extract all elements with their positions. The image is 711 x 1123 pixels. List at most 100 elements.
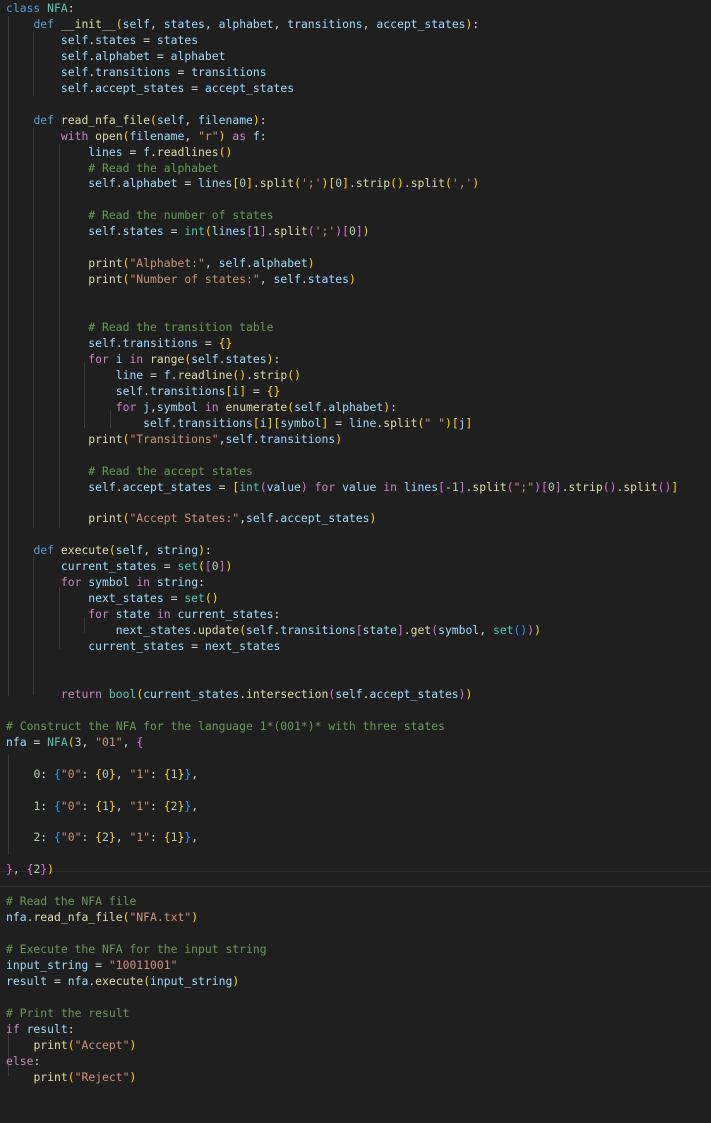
code-line[interactable]: next_states.update(self.transitions[stat… bbox=[6, 622, 541, 638]
code-token: state bbox=[115, 607, 151, 622]
code-token: = bbox=[136, 32, 157, 47]
code-token: transitions bbox=[287, 16, 363, 31]
code-line[interactable]: nfa = NFA(3, "01", { bbox=[6, 734, 143, 750]
code-token: {} bbox=[266, 383, 281, 398]
code-token: () bbox=[513, 623, 528, 638]
code-line[interactable]: # Construct the NFA for the language 1*(… bbox=[6, 718, 445, 734]
code-token: = bbox=[88, 958, 109, 972]
code-line[interactable]: nfa.read_nfa_file("NFA.txt") bbox=[6, 909, 198, 925]
code-token: : bbox=[204, 543, 212, 558]
code-line[interactable]: for state in current_states: bbox=[6, 606, 280, 622]
code-token: states bbox=[122, 224, 164, 239]
code-token: return bbox=[60, 686, 109, 701]
code-line[interactable]: self.accept_states = accept_states bbox=[6, 80, 294, 96]
code-line[interactable]: 0: {"0": {0}, "1": {1}}, bbox=[6, 766, 198, 782]
code-token: self bbox=[225, 431, 253, 446]
code-line[interactable]: self.transitions[i][symbol] = line.split… bbox=[6, 415, 472, 431]
code-line[interactable]: lines = f.readlines() bbox=[6, 144, 232, 160]
code-line[interactable]: self.accept_states = [int(value) for val… bbox=[6, 479, 678, 495]
code-token: accept_states bbox=[95, 80, 185, 95]
code-token: = bbox=[170, 64, 192, 79]
code-token: ) bbox=[47, 862, 55, 877]
code-token: . bbox=[300, 272, 308, 287]
code-line[interactable]: self.alphabet = lines[0].split(';')[0].s… bbox=[6, 175, 479, 191]
code-token: read_nfa_file bbox=[60, 112, 151, 127]
code-line[interactable]: self.states = int(lines[1].split(';')[0]… bbox=[6, 223, 369, 239]
code-token: accept_states bbox=[280, 511, 370, 526]
code-line[interactable]: print("Number of states:", self.states) bbox=[6, 271, 356, 287]
code-token: ) bbox=[252, 112, 260, 127]
code-token: : bbox=[81, 830, 96, 845]
code-line[interactable]: print("Alphabet:", self.alphabet) bbox=[6, 255, 314, 271]
code-line[interactable]: if result: bbox=[6, 1021, 75, 1037]
code-line[interactable]: # Read the alphabet bbox=[6, 160, 218, 176]
code-line[interactable]: self.transitions[i] = {} bbox=[6, 383, 281, 399]
code-line[interactable]: 1: {"0": {1}, "1": {2}}, bbox=[6, 798, 198, 814]
code-line[interactable]: def read_nfa_file(self, filename): bbox=[6, 112, 266, 128]
code-line[interactable]: for j,symbol in enumerate(self.alphabet)… bbox=[6, 399, 397, 415]
code-token: set bbox=[492, 623, 514, 638]
code-line[interactable]: return bool(current_states.intersection(… bbox=[6, 686, 473, 702]
code-line[interactable]: result = nfa.execute(input_string) bbox=[6, 973, 239, 989]
code-line[interactable]: # Execute the NFA for the input string bbox=[6, 941, 267, 957]
code-line[interactable]: # Print the result bbox=[6, 1005, 129, 1021]
code-token: "1" bbox=[129, 798, 151, 813]
code-line[interactable]: print("Accept") bbox=[6, 1037, 136, 1053]
code-token: as bbox=[225, 128, 253, 143]
code-line[interactable]: current_states = next_states bbox=[6, 638, 280, 654]
code-line[interactable]: for i in range(self.states): bbox=[6, 351, 280, 367]
code-token: "Accept" bbox=[74, 1037, 130, 1052]
code-line[interactable]: def __init__(self, states, alphabet, tra… bbox=[6, 16, 479, 32]
code-line[interactable]: # Read the NFA file bbox=[6, 893, 136, 909]
code-line[interactable]: for symbol in string: bbox=[6, 574, 205, 590]
code-line[interactable]: else: bbox=[6, 1053, 40, 1069]
code-editor[interactable]: class NFA: def __init__(self, states, al… bbox=[0, 0, 711, 1123]
code-line[interactable]: input_string = "10011001" bbox=[6, 957, 177, 973]
code-line[interactable]: 2: {"0": {2}, "1": {1}}, bbox=[6, 829, 198, 845]
code-line[interactable]: # Read the number of states bbox=[6, 207, 273, 223]
code-token: for bbox=[307, 479, 343, 494]
code-token: : bbox=[67, 1021, 75, 1036]
code-line[interactable]: next_states = set() bbox=[6, 590, 218, 606]
code-token: ) bbox=[348, 272, 356, 287]
code-token: alphabet bbox=[95, 48, 151, 63]
code-line[interactable]: print("Accept States:",self.accept_state… bbox=[6, 510, 376, 526]
code-line[interactable]: print("Reject") bbox=[6, 1069, 136, 1085]
code-token: self bbox=[246, 511, 274, 526]
code-line[interactable]: print("Transitions",self.transitions) bbox=[6, 431, 342, 447]
code-token: ) bbox=[225, 559, 233, 574]
code-token: self bbox=[60, 32, 89, 47]
code-line[interactable]: current_states = set([0]) bbox=[6, 558, 232, 574]
code-token: [ bbox=[451, 415, 459, 430]
code-token: # Execute the NFA for the input string bbox=[6, 942, 267, 957]
code-line[interactable]: # Read the accept states bbox=[6, 463, 253, 479]
code-line[interactable]: line = f.readline().strip() bbox=[6, 367, 301, 383]
code-token: , bbox=[191, 798, 199, 813]
code-token: } bbox=[6, 862, 13, 877]
code-token: { bbox=[95, 830, 103, 845]
code-token: current_states bbox=[60, 559, 157, 574]
code-token: = bbox=[198, 335, 219, 350]
code-line[interactable]: self.transitions = {} bbox=[6, 335, 232, 351]
code-token: split bbox=[623, 479, 658, 494]
code-line[interactable]: self.states = states bbox=[6, 32, 198, 48]
code-line[interactable]: # Read the transition table bbox=[6, 319, 273, 335]
code-line[interactable]: class NFA: bbox=[6, 0, 75, 16]
code-token: split bbox=[383, 415, 418, 430]
code-line[interactable]: }, {2}) bbox=[6, 861, 54, 877]
code-token: ( bbox=[506, 479, 514, 494]
code-token: i bbox=[115, 351, 123, 366]
code-token: ] bbox=[458, 479, 466, 494]
code-token: # Construct the NFA for the language 1*(… bbox=[6, 718, 445, 733]
code-line[interactable]: with open(filename, "r") as f: bbox=[6, 128, 267, 144]
code-line[interactable]: self.transitions = transitions bbox=[6, 64, 267, 80]
code-line[interactable]: self.alphabet = alphabet bbox=[6, 48, 226, 64]
code-line[interactable]: def execute(self, string): bbox=[6, 542, 212, 558]
